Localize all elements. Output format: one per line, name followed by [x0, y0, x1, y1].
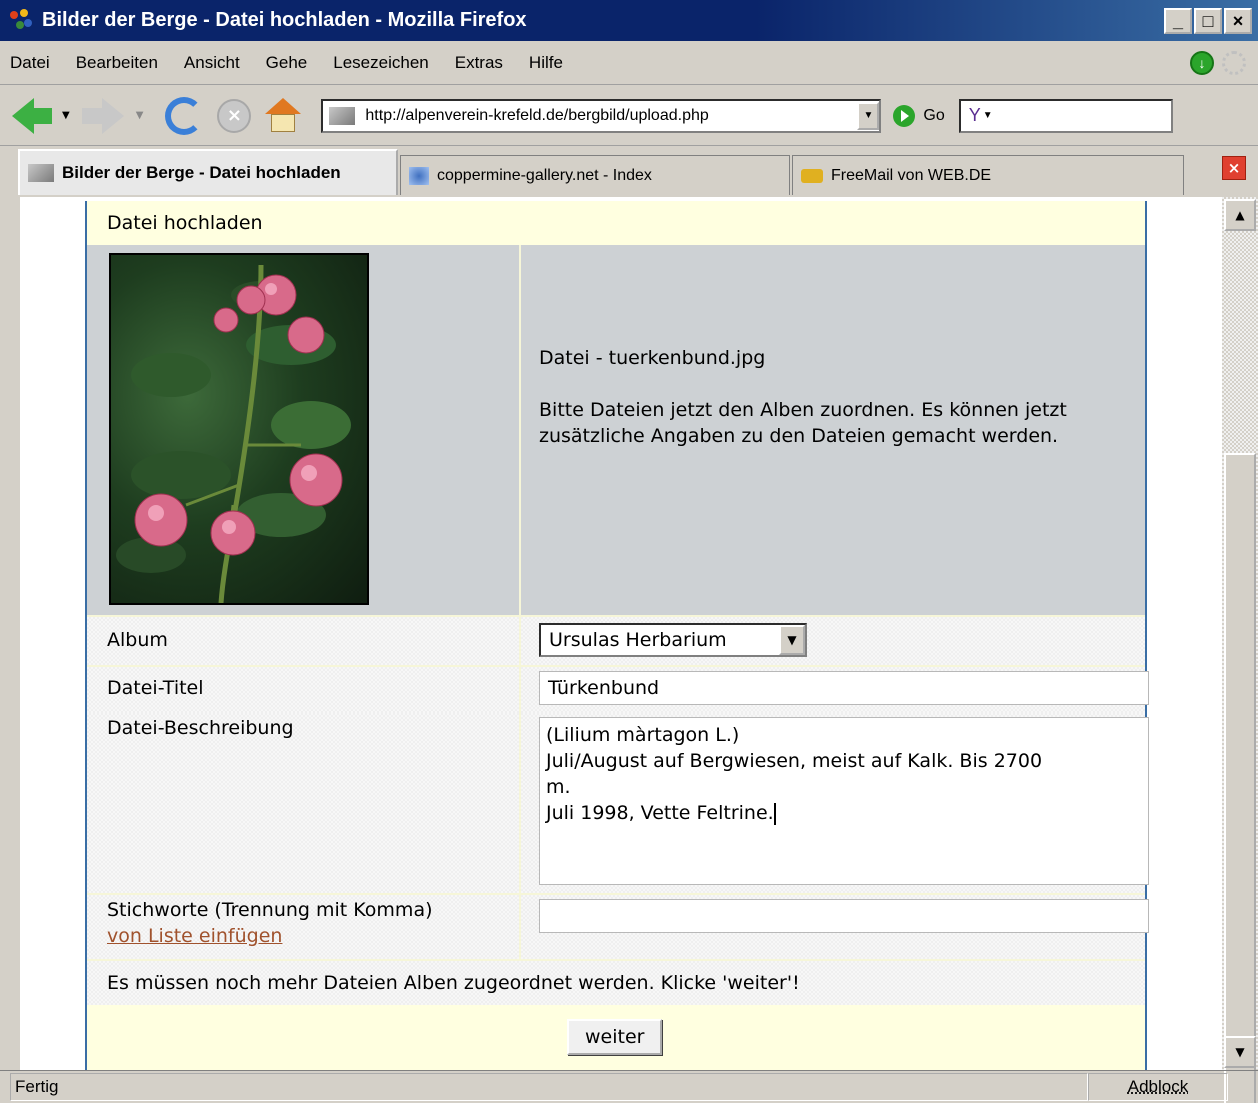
firefox-icon: [8, 7, 36, 35]
webde-favicon-icon: [801, 168, 823, 183]
url-dropdown-button[interactable]: ▼: [857, 101, 880, 130]
description-row: Datei-Beschreibung (Lilium màrtagon L.) …: [87, 713, 1149, 893]
image-cell: [87, 245, 521, 615]
album-dropdown-icon[interactable]: ▼: [779, 625, 805, 655]
go-button[interactable]: Go: [893, 104, 945, 127]
keywords-label: Stichworte (Trennung mit Komma): [107, 899, 433, 921]
tab-upload[interactable]: Bilder der Berge - Datei hochladen: [18, 149, 398, 195]
album-select[interactable]: Ursulas Herbarium ▼: [539, 623, 807, 657]
download-icon[interactable]: ↓: [1190, 51, 1214, 75]
scroll-thumb[interactable]: [1224, 453, 1256, 1103]
title-row: Datei-Titel Türkenbund: [87, 667, 1149, 713]
tab-webde[interactable]: FreeMail von WEB.DE: [792, 155, 1184, 195]
window-title: Bilder der Berge - Datei hochladen - Moz…: [42, 9, 527, 31]
title-label: Datei-Titel: [107, 677, 204, 699]
tab-coppermine[interactable]: coppermine-gallery.net - Index: [400, 155, 790, 195]
insert-from-list-link[interactable]: von Liste einfügen: [107, 925, 282, 947]
keywords-input[interactable]: [539, 899, 1149, 933]
viewport-left-edge: [0, 197, 20, 1070]
menu-extras[interactable]: Extras: [455, 53, 503, 73]
go-icon: [893, 104, 916, 127]
title-input[interactable]: Türkenbund: [539, 671, 1149, 705]
preview-image: [109, 253, 369, 605]
description-textarea[interactable]: (Lilium màrtagon L.) Juli/August auf Ber…: [539, 717, 1149, 885]
scroll-down-button[interactable]: ▼: [1224, 1036, 1256, 1068]
home-icon: [265, 97, 302, 134]
file-info-cell: Datei - tuerkenbund.jpg Bitte Dateien je…: [539, 345, 1119, 475]
search-engine-icon[interactable]: Y: [969, 105, 981, 126]
upload-page: Datei hochladen Datei - tuerkenbund.jpg …: [85, 197, 1149, 1070]
forward-button[interactable]: ▼: [81, 97, 144, 134]
form-header: Datei hochladen: [87, 201, 1145, 245]
upload-form-table: Datei hochladen Datei - tuerkenbund.jpg …: [85, 201, 1149, 1070]
close-window-button[interactable]: ×: [1224, 7, 1252, 34]
stop-button[interactable]: ×: [217, 98, 252, 133]
tab-label: Bilder der Berge - Datei hochladen: [62, 163, 341, 182]
reload-icon: [165, 96, 204, 135]
weiter-button[interactable]: weiter: [567, 1019, 663, 1055]
tab-bar: Bilder der Berge - Datei hochladen coppe…: [0, 147, 1258, 195]
title-input-value: Türkenbund: [548, 677, 660, 699]
album-row: Album Ursulas Herbarium ▼: [87, 617, 1145, 665]
notice-row: Es müssen noch mehr Dateien Alben zugeor…: [87, 961, 1145, 1005]
image-row: Datei - tuerkenbund.jpg Bitte Dateien je…: [87, 245, 1145, 615]
status-text: Fertig: [10, 1073, 1088, 1101]
maximize-button[interactable]: □: [1194, 7, 1222, 34]
menu-bearbeiten[interactable]: Bearbeiten: [76, 53, 158, 73]
window-titlebar: Bilder der Berge - Datei hochladen - Moz…: [0, 0, 1258, 41]
url-bar[interactable]: http://alpenverein-krefeld.de/bergbild/u…: [321, 98, 882, 133]
navigation-toolbar: ▼ ▼ × http://alpenverein-krefeld.de/berg…: [0, 86, 1258, 146]
instructions-text: Bitte Dateien jetzt den Alben zuordnen. …: [539, 399, 1067, 447]
menu-hilfe[interactable]: Hilfe: [529, 53, 563, 73]
file-name-text: Datei - tuerkenbund.jpg: [539, 347, 766, 369]
go-label: Go: [923, 106, 945, 124]
close-tab-icon[interactable]: ×: [1222, 156, 1246, 180]
back-button[interactable]: ▼: [12, 97, 70, 134]
menu-lesezeichen[interactable]: Lesezeichen: [333, 53, 428, 73]
footer-row: weiter: [87, 1005, 1145, 1070]
tab-label: FreeMail von WEB.DE: [831, 166, 992, 184]
search-box[interactable]: Y ▼: [958, 98, 1173, 133]
back-arrow-icon: [12, 97, 52, 134]
home-button[interactable]: [265, 97, 302, 134]
forward-arrow-icon: [81, 97, 124, 134]
text-caret: [773, 802, 776, 825]
reload-button[interactable]: [157, 96, 204, 135]
back-dropdown-icon[interactable]: ▼: [62, 110, 70, 121]
forward-dropdown-icon[interactable]: ▼: [136, 110, 144, 121]
menu-datei[interactable]: Datei: [10, 53, 50, 73]
menu-ansicht[interactable]: Ansicht: [184, 53, 240, 73]
page-viewport: Datei hochladen Datei - tuerkenbund.jpg …: [20, 197, 1222, 1070]
menu-bar: Datei Bearbeiten Ansicht Gehe Lesezeiche…: [0, 41, 1258, 85]
album-label: Album: [107, 629, 168, 651]
site-favicon-icon: [329, 106, 356, 125]
album-selected-value: Ursulas Herbarium: [549, 629, 727, 651]
coppermine-favicon-icon: [409, 166, 429, 185]
lily-photo-illustration: [116, 264, 351, 603]
menu-gehe[interactable]: Gehe: [266, 53, 308, 73]
keywords-row: Stichworte (Trennung mit Komma) von List…: [87, 895, 1149, 959]
description-label: Datei-Beschreibung: [107, 717, 294, 739]
adblock-button[interactable]: Adblock: [1088, 1073, 1228, 1101]
tab-favicon-icon: [28, 164, 54, 182]
tab-label: coppermine-gallery.net - Index: [437, 166, 652, 184]
description-text: (Lilium màrtagon L.) Juli/August auf Ber…: [546, 724, 1043, 824]
status-bar: Fertig Adblock: [0, 1070, 1258, 1103]
scroll-up-button[interactable]: ▲: [1224, 199, 1256, 231]
search-engine-dropdown-icon[interactable]: ▼: [983, 110, 993, 121]
stop-icon: ×: [217, 98, 252, 133]
url-text[interactable]: http://alpenverein-krefeld.de/bergbild/u…: [365, 107, 857, 125]
minimize-button[interactable]: _: [1164, 7, 1192, 34]
throbber-icon: [1222, 51, 1246, 75]
vertical-scrollbar[interactable]: ▲ ▼: [1222, 197, 1258, 1103]
